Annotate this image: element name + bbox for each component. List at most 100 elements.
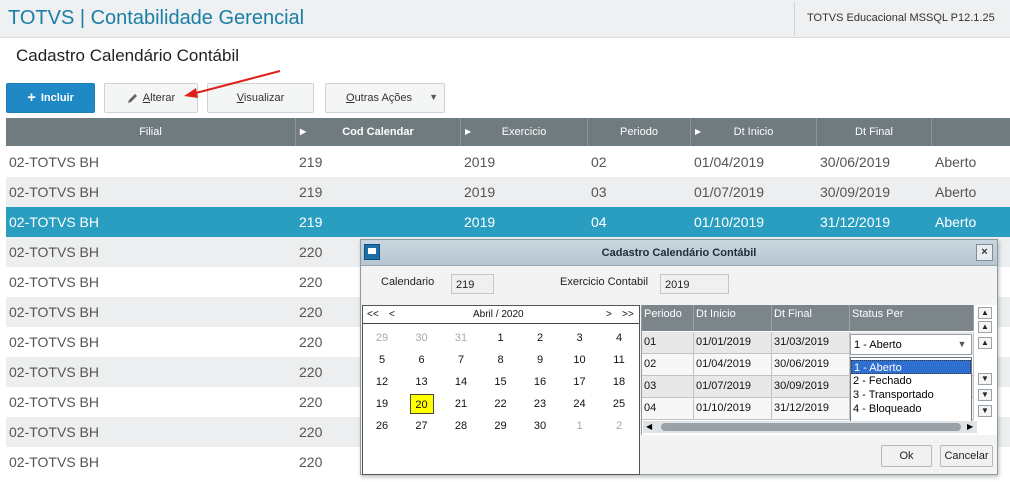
table-row[interactable]: 02-TOTVS BH 219 2019 02 01/04/2019 30/06/2019… [6,147,1010,177]
period-cell[interactable]: 01/04/2019 [694,354,772,376]
table-cell: 219 [299,214,323,230]
calendar-day[interactable]: 31 [449,328,473,348]
column-header-dt-inicio[interactable]: Dt Inicio [694,305,772,331]
period-cell[interactable]: 31/03/2019 [772,332,850,354]
calendar-day[interactable]: 19 [370,394,394,414]
period-cell[interactable]: 01 [642,332,694,354]
status-option[interactable]: 3 - Transportado [851,388,971,402]
other-actions-button[interactable]: Outras Ações ▼ [325,83,445,113]
period-cell[interactable]: 04 [642,398,694,420]
status-option[interactable]: 4 - Bloqueado [851,402,971,416]
horizontal-scrollbar[interactable]: ◀ ▶ [643,421,977,433]
column-header-periodo[interactable]: Periodo [642,305,694,331]
calendar-day[interactable]: 23 [528,394,552,414]
calendar-day[interactable]: 16 [528,372,552,392]
calendar-day[interactable]: 5 [370,350,394,370]
calendar-day[interactable]: 6 [410,350,434,370]
column-header-cod-calendar[interactable]: ▶ Cod Calendar [296,118,461,146]
calendar-day[interactable]: 30 [528,416,552,436]
calendar-day[interactable]: 13 [410,372,434,392]
calendar-day[interactable]: 8 [489,350,513,370]
top-bar: TOTVS | Contabilidade Gerencial TOTVS Ed… [0,0,1010,38]
calendar-day[interactable]: 26 [370,416,394,436]
table-cell: 02-TOTVS BH [9,454,99,470]
scroll-thumb[interactable] [661,423,961,431]
scroll-right-icon[interactable]: ▶ [967,422,973,431]
ok-button[interactable]: Ok [881,445,932,467]
include-button[interactable]: + Incluir [6,83,95,113]
scroll-down-icon[interactable]: ▼ [978,373,992,385]
calendar-day[interactable]: 24 [568,394,592,414]
calendar-day[interactable]: 11 [607,350,631,370]
calendar-day[interactable]: 4 [607,328,631,348]
scroll-left-icon[interactable]: ◀ [646,422,652,431]
column-header-dt-inicio[interactable]: ▶ Dt Inicio [691,118,817,146]
calendar-day[interactable]: 1 [489,328,513,348]
table-cell: 02-TOTVS BH [9,184,99,200]
column-header-status-per[interactable]: Status Per [850,305,974,331]
scroll-page-up-icon[interactable]: ▲ [978,321,992,333]
calendar-day[interactable]: 30 [410,328,434,348]
prev-year-button[interactable]: << [367,309,379,320]
period-cell[interactable]: 02 [642,354,694,376]
calendar-day[interactable]: 29 [489,416,513,436]
period-cell[interactable]: 31/12/2019 [772,398,850,420]
close-icon[interactable]: × [976,244,993,261]
scroll-top-icon[interactable]: ▲ [978,307,992,319]
next-year-button[interactable]: >> [622,309,634,320]
calendar-day[interactable]: 2 [607,416,631,436]
calendar-day[interactable]: 22 [489,394,513,414]
prev-month-button[interactable]: < [389,309,395,320]
calendar-day[interactable]: 14 [449,372,473,392]
table-cell: 219 [299,154,323,170]
status-select[interactable]: 1 - Aberto ▼ [850,334,972,355]
calendar-day[interactable]: 7 [449,350,473,370]
chevron-down-icon[interactable]: ▼ [954,336,970,353]
table-row[interactable]: 02-TOTVS BH 219 2019 03 01/07/2019 30/09/2019… [6,177,1010,207]
period-cell[interactable]: 01/01/2019 [694,332,772,354]
column-header-exercicio[interactable]: ▶ Exercicio [461,118,588,146]
table-cell: 01/07/2019 [694,184,765,200]
period-cell[interactable]: 30/09/2019 [772,376,850,398]
column-header-dt-final[interactable]: Dt Final [817,118,932,146]
column-header-dt-final[interactable]: Dt Final [772,305,850,331]
table-row[interactable]: 02-TOTVS BH 219 2019 04 01/10/2019 31/12/2019… [6,207,1010,237]
table-cell: 02-TOTVS BH [9,364,99,380]
calendar-day[interactable]: 2 [528,328,552,348]
table-cell: 220 [299,454,323,470]
calendar-day[interactable]: 3 [568,328,592,348]
table-cell: 2019 [464,154,496,170]
calendar-day[interactable]: 17 [568,372,592,392]
vertical-scrollbar[interactable]: ▲ ▲ ▲ ▼ ▼ ▼ [975,305,995,431]
status-option[interactable]: 1 - Aberto [851,360,971,374]
column-header-filial[interactable]: Filial [6,118,296,146]
calendar-day[interactable]: 21 [449,394,473,414]
calendar-day[interactable]: 10 [568,350,592,370]
calendar-day[interactable]: 29 [370,328,394,348]
period-cell[interactable]: 01/07/2019 [694,376,772,398]
calendar-day[interactable]: 15 [489,372,513,392]
period-cell[interactable]: 30/06/2019 [772,354,850,376]
column-header-status[interactable] [932,118,1010,146]
period-cell[interactable]: 03 [642,376,694,398]
period-cell[interactable]: 01/10/2019 [694,398,772,420]
column-header-periodo[interactable]: Periodo [588,118,691,146]
scroll-bottom-icon[interactable]: ▼ [978,405,992,417]
calendar-day[interactable]: 18 [607,372,631,392]
calendar-day[interactable]: 20 [409,394,434,414]
calendar-day[interactable]: 28 [449,416,473,436]
table-cell: 02-TOTVS BH [9,154,99,170]
next-month-button[interactable]: > [606,309,612,320]
scroll-up-icon[interactable]: ▲ [978,337,992,349]
calendar-day[interactable]: 12 [370,372,394,392]
calendar-day[interactable]: 25 [607,394,631,414]
status-option[interactable]: 2 - Fechado [851,374,971,388]
calendar-picker: << < Abril / 2020 > >> 29 30 31 1 2 3 4 5 6 7 8 9 10… [362,305,640,475]
calendar-day[interactable]: 9 [528,350,552,370]
cancel-button[interactable]: Cancelar [940,445,993,467]
calendario-field[interactable]: 219 [451,274,494,294]
calendar-day[interactable]: 27 [410,416,434,436]
scroll-page-down-icon[interactable]: ▼ [978,389,992,401]
calendar-day[interactable]: 1 [568,416,592,436]
exercicio-field[interactable]: 2019 [660,274,729,294]
